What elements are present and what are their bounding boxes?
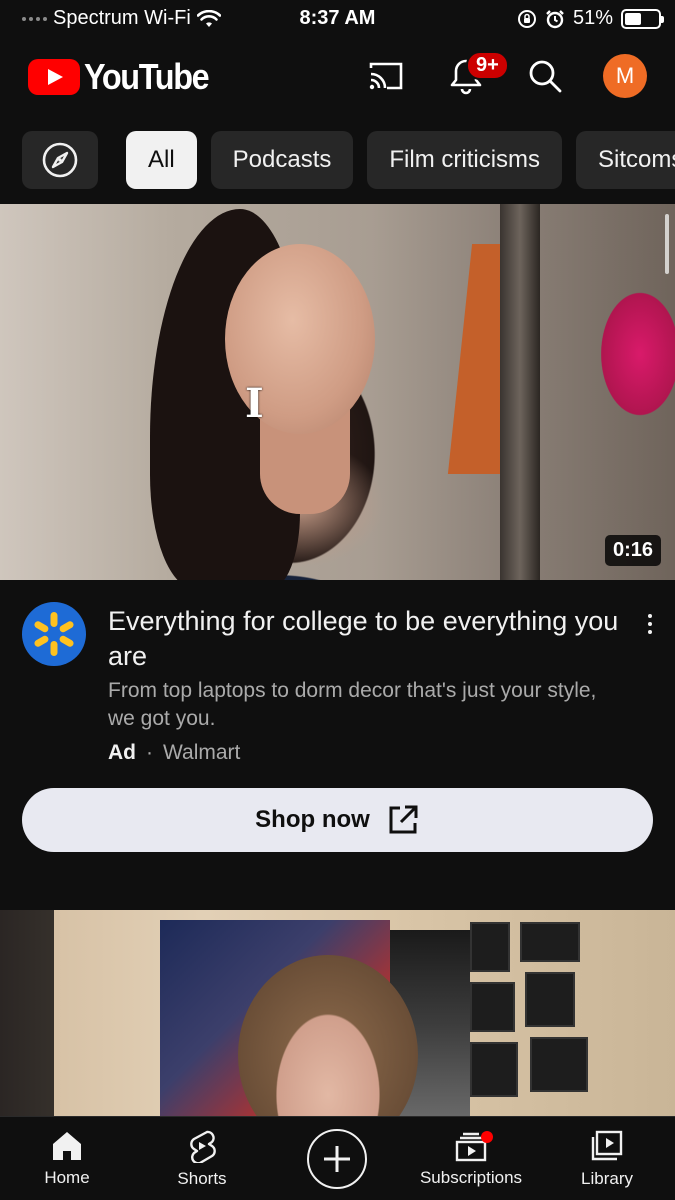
shop-now-label: Shop now [255, 806, 370, 833]
text-cursor-icon: I [245, 380, 264, 427]
ad-description: From top laptops to dorm decor that's ju… [108, 679, 597, 730]
shorts-icon [190, 1130, 216, 1163]
chip-podcasts[interactable]: Podcasts [210, 131, 354, 189]
category-chips: All Podcasts Film criticisms Sitcoms [22, 131, 675, 189]
ad-meta: Everything for college to be everything … [0, 600, 675, 770]
shop-now-button[interactable]: Shop now [22, 788, 653, 852]
tab-shorts[interactable]: Shorts [165, 1117, 239, 1200]
notification-badge: 9+ [466, 51, 509, 80]
tab-library[interactable]: Library [570, 1117, 644, 1200]
walmart-spark-icon [34, 612, 74, 656]
search-button[interactable] [525, 56, 565, 96]
byline-separator: · [146, 741, 153, 764]
scroll-indicator [665, 214, 669, 274]
chip-film-criticisms[interactable]: Film criticisms [367, 131, 563, 189]
app-name: YouTube [84, 56, 210, 97]
home-icon [53, 1132, 81, 1160]
video-duration: 0:16 [604, 535, 661, 566]
tab-library-label: Library [581, 1169, 633, 1188]
create-button[interactable] [306, 1117, 368, 1200]
tab-subscriptions[interactable]: Subscriptions [412, 1117, 530, 1200]
create-circle [307, 1129, 367, 1189]
tab-subscriptions-label: Subscriptions [419, 1168, 523, 1187]
youtube-play-icon [28, 59, 80, 95]
cast-icon [369, 62, 403, 90]
search-icon [529, 60, 562, 93]
battery-icon [621, 8, 664, 29]
youtube-logo[interactable]: YouTube [28, 56, 222, 98]
compass-icon [42, 142, 78, 178]
app-header: YouTube 9+ [0, 44, 675, 108]
account-avatar[interactable]: M [603, 54, 647, 98]
thumbnail-pole [500, 204, 540, 580]
chip-sitcoms[interactable]: Sitcoms [576, 131, 675, 189]
rotation-lock-icon [517, 9, 536, 28]
ad-title[interactable]: Everything for college to be everything … [108, 604, 628, 674]
tab-home[interactable]: Home [30, 1117, 104, 1200]
ad-video-thumbnail[interactable]: I 0:16 [0, 204, 675, 580]
more-vertical-icon-dot [648, 630, 652, 634]
library-icon [591, 1130, 623, 1161]
advertiser-logo[interactable] [22, 602, 86, 666]
status-right: 51% [517, 7, 664, 30]
cast-button[interactable] [366, 56, 406, 96]
plus-icon [324, 1146, 350, 1172]
new-content-dot [481, 1131, 493, 1143]
status-bar: Spectrum Wi-Fi 8:37 AM 51% [0, 0, 675, 40]
ad-byline: Ad · Walmart [108, 741, 240, 765]
alarm-icon [546, 9, 564, 28]
ad-badge: Ad [108, 741, 136, 764]
tab-home-label: Home [44, 1168, 90, 1187]
chip-all[interactable]: All [126, 131, 197, 189]
thumbnail-frames [470, 922, 660, 1112]
explore-chip[interactable] [22, 131, 98, 189]
more-vertical-icon-dot [648, 622, 652, 626]
bottom-tab-bar: Home Shorts Subscriptions Library [0, 1116, 675, 1200]
video-thumbnail[interactable] [0, 910, 675, 1116]
open-external-icon [389, 805, 418, 834]
more-vertical-icon [648, 614, 652, 618]
battery-percent: 51% [572, 7, 613, 29]
tab-shorts-label: Shorts [177, 1169, 227, 1188]
more-options-button[interactable] [634, 604, 666, 644]
advertiser-name: Walmart [163, 741, 241, 764]
